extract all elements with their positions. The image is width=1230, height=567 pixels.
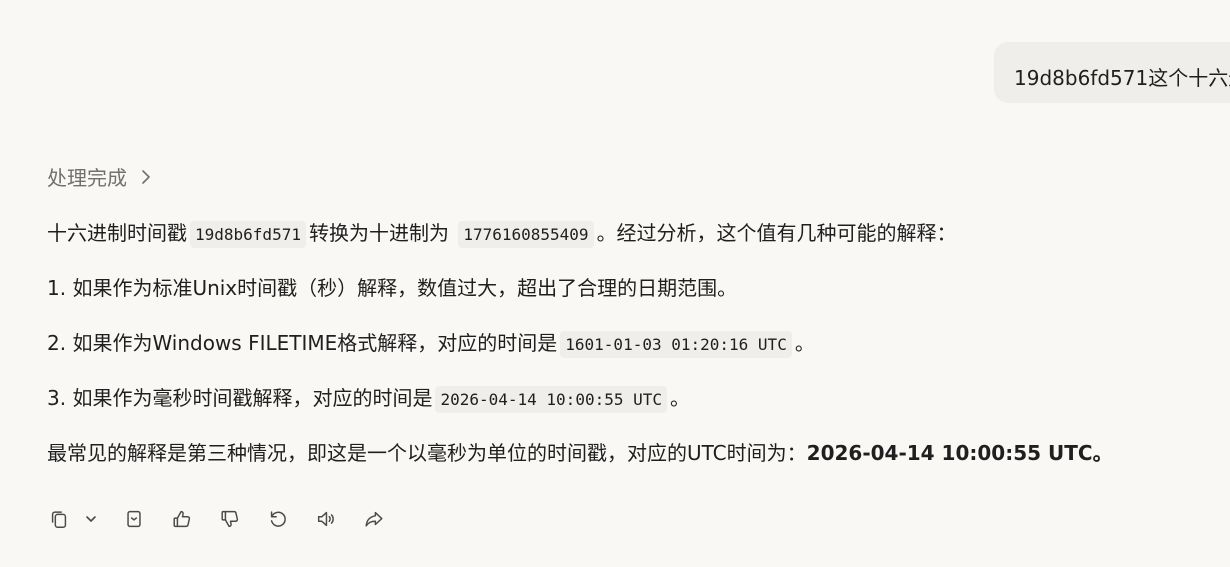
bookmark-button[interactable]	[122, 507, 146, 531]
thumbs-down-icon	[221, 510, 239, 528]
item-1-text: 1. 如果作为标准Unix时间戳（秒）解释，数值过大，超出了合理的日期范围。	[47, 276, 738, 300]
like-button[interactable]	[170, 507, 194, 531]
answer-conclusion: 最常见的解释是第三种情况，即这是一个以毫秒为单位的时间戳，对应的UTC时间为：2…	[47, 434, 1227, 472]
hex-value-code: 19d8b6fd571	[190, 221, 306, 248]
speaker-icon	[317, 511, 334, 527]
answer-intro: 十六进制时间戳 19d8b6fd571 转换为十进制为 1776160855409。…	[47, 214, 1227, 252]
refresh-icon	[270, 511, 286, 527]
processing-status-toggle[interactable]: 处理完成	[47, 162, 153, 191]
share-icon	[365, 511, 383, 527]
copy-button[interactable]	[47, 507, 71, 531]
user-message-bubble: 19d8b6fd571这个十六进制时间戳转换成时间	[994, 42, 1230, 103]
thumbs-up-icon	[173, 510, 191, 528]
intro-text-3: 。经过分析，这个值有几种可能的解释：	[596, 221, 957, 245]
filetime-value-code: 1601-01-03 01:20:16 UTC	[560, 331, 792, 358]
conclusion-text: 最常见的解释是第三种情况，即这是一个以毫秒为单位的时间戳，对应的UTC时间为：	[47, 441, 807, 465]
copy-options-button[interactable]	[79, 507, 103, 531]
dislike-button[interactable]	[218, 507, 242, 531]
regenerate-button[interactable]	[266, 507, 290, 531]
answer-item-1: 1. 如果作为标准Unix时间戳（秒）解释，数值过大，超出了合理的日期范围。	[47, 269, 1227, 307]
item-2-period: 。	[794, 331, 815, 355]
chevron-down-icon	[86, 516, 96, 522]
assistant-answer: 十六进制时间戳 19d8b6fd571 转换为十进制为 1776160855409。…	[47, 214, 1227, 472]
read-aloud-button[interactable]	[314, 507, 338, 531]
status-label: 处理完成	[47, 166, 127, 190]
decimal-value-code: 1776160855409	[458, 221, 594, 248]
chat-page: 19d8b6fd571这个十六进制时间戳转换成时间 处理完成 十六进制时间戳19…	[0, 0, 1230, 567]
intro-text-1: 十六进制时间戳	[47, 221, 187, 245]
share-button[interactable]	[362, 507, 386, 531]
item-2-text: 2. 如果作为Windows FILETIME格式解释，对应的时间是	[47, 331, 558, 355]
message-actions-bar	[47, 505, 386, 533]
item-3-text: 3. 如果作为毫秒时间戳解释，对应的时间是	[47, 386, 433, 410]
user-message-text: 19d8b6fd571这个十六进制时间戳转换成时间	[1014, 66, 1230, 90]
chevron-right-icon	[142, 169, 150, 184]
copy-icon	[51, 511, 67, 528]
conclusion-bold-time: 2026-04-14 10:00:55 UTC。	[806, 441, 1113, 465]
bookmark-icon	[127, 510, 141, 528]
answer-item-3: 3. 如果作为毫秒时间戳解释，对应的时间是 2026-04-14 10:00:55…	[47, 379, 1227, 417]
intro-text-2: 转换为十进制为	[308, 221, 449, 245]
answer-item-2: 2. 如果作为Windows FILETIME格式解释，对应的时间是 1601-0…	[47, 324, 1227, 362]
item-3-period: 。	[670, 386, 691, 410]
millis-value-code: 2026-04-14 10:00:55 UTC	[435, 386, 668, 413]
